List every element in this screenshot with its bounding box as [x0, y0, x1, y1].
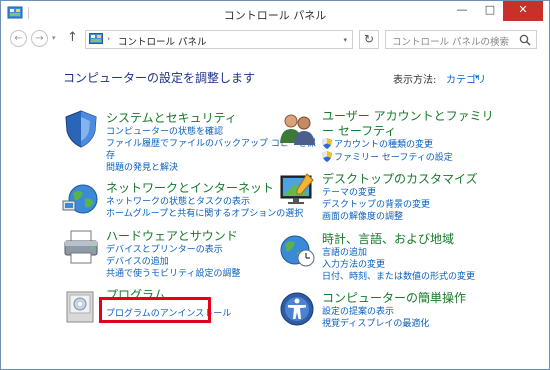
forward-button[interactable]: →: [31, 30, 48, 47]
title-bar: コントロール パネル — □ ✕: [1, 1, 549, 27]
link-label[interactable]: ファミリー セーフティの設定: [334, 153, 453, 163]
control-panel-window: コントロール パネル — □ ✕ ← → ▾ ↑ › コントロール パネル ▾ …: [0, 0, 550, 370]
programs-icon[interactable]: [61, 286, 101, 326]
uac-shield-icon: [322, 138, 332, 149]
link-homegroup-sharing[interactable]: ホームグループと共有に関するオプションの選択: [106, 206, 303, 219]
ease-of-access-icon[interactable]: [277, 289, 317, 329]
highlight-box: [99, 297, 211, 323]
breadcrumb-control-panel[interactable]: コントロール パネル: [118, 34, 207, 48]
link-change-account-type[interactable]: アカウントの種類の変更: [322, 137, 433, 150]
category-clock-language-region: 時計、言語、および地域 言語の追加 入力方法の変更 日付、時刻、または数値の形式…: [277, 230, 503, 282]
maximize-button[interactable]: □: [477, 1, 503, 21]
category-network-internet: ネットワークとインターネット ネットワークの状態とタスクの表示 ホームグループと…: [61, 179, 303, 219]
navigation-bar: ← → ▾ ↑ › コントロール パネル ▾ ↻ コントロール パネルの検索: [1, 27, 549, 51]
desktop-customize-icon[interactable]: [277, 170, 317, 210]
shield-security-icon[interactable]: [61, 109, 101, 149]
category-user-accounts: ユーザー アカウントとファミリー セーフティ アカウントの種類の変更 ファミリー…: [277, 109, 503, 165]
category-desktop-customization: デスクトップのカスタマイズ テーマの変更 デスクトップの背景の変更 画面の解像度…: [277, 170, 503, 222]
search-icon[interactable]: [519, 34, 531, 46]
category-hardware-sound: ハードウェアとサウンド デバイスとプリンターの表示 デバイスの追加 共通で使うモ…: [61, 227, 281, 279]
link-mobility-settings[interactable]: 共通で使うモビリティ設定の調整: [106, 266, 240, 279]
view-by-dropdown[interactable]: カテゴリ: [446, 71, 486, 86]
address-dropdown[interactable]: ▾: [343, 36, 347, 44]
back-button[interactable]: ←: [10, 30, 27, 47]
link-troubleshoot[interactable]: 問題の発見と解決: [106, 160, 178, 173]
link-label[interactable]: アカウントの種類の変更: [334, 140, 433, 150]
link-change-date-format[interactable]: 日付、時刻、または数値の形式の変更: [322, 269, 475, 282]
recent-locations-dropdown[interactable]: ▾: [52, 34, 56, 42]
search-placeholder: コントロール パネルの検索: [392, 37, 510, 48]
link-family-safety[interactable]: ファミリー セーフティの設定: [322, 150, 453, 163]
network-globe-icon[interactable]: [61, 179, 101, 219]
category-title[interactable]: ユーザー アカウントとファミリー セーフティ: [322, 109, 500, 139]
refresh-button[interactable]: ↻: [359, 30, 379, 49]
close-button[interactable]: ✕: [503, 1, 543, 21]
category-ease-of-access: コンピューターの簡単操作 設定の提案の表示 視覚ディスプレイの最適化: [277, 289, 503, 329]
view-by-label: 表示方法:: [393, 75, 437, 86]
link-adjust-resolution[interactable]: 画面の解像度の調整: [322, 209, 403, 222]
up-button[interactable]: ↑: [67, 30, 78, 45]
minimize-button[interactable]: —: [449, 1, 475, 21]
control-panel-small-icon: [89, 33, 103, 44]
printer-hardware-icon[interactable]: [61, 227, 101, 267]
breadcrumb-separator[interactable]: ›: [107, 34, 110, 43]
search-input[interactable]: コントロール パネルの検索: [385, 30, 537, 49]
clock-globe-icon[interactable]: [277, 230, 317, 270]
chevron-down-icon[interactable]: ▾: [475, 73, 479, 81]
link-optimize-display[interactable]: 視覚ディスプレイの最適化: [322, 316, 429, 329]
uac-shield-icon: [322, 151, 332, 162]
page-heading: コンピューターの設定を調整します: [63, 71, 256, 85]
address-bar[interactable]: › コントロール パネル ▾: [85, 30, 353, 49]
category-system-security: システムとセキュリティ コンピューターの状態を確認 ファイル履歴でファイルのバッ…: [61, 109, 316, 173]
users-icon[interactable]: [277, 109, 317, 149]
